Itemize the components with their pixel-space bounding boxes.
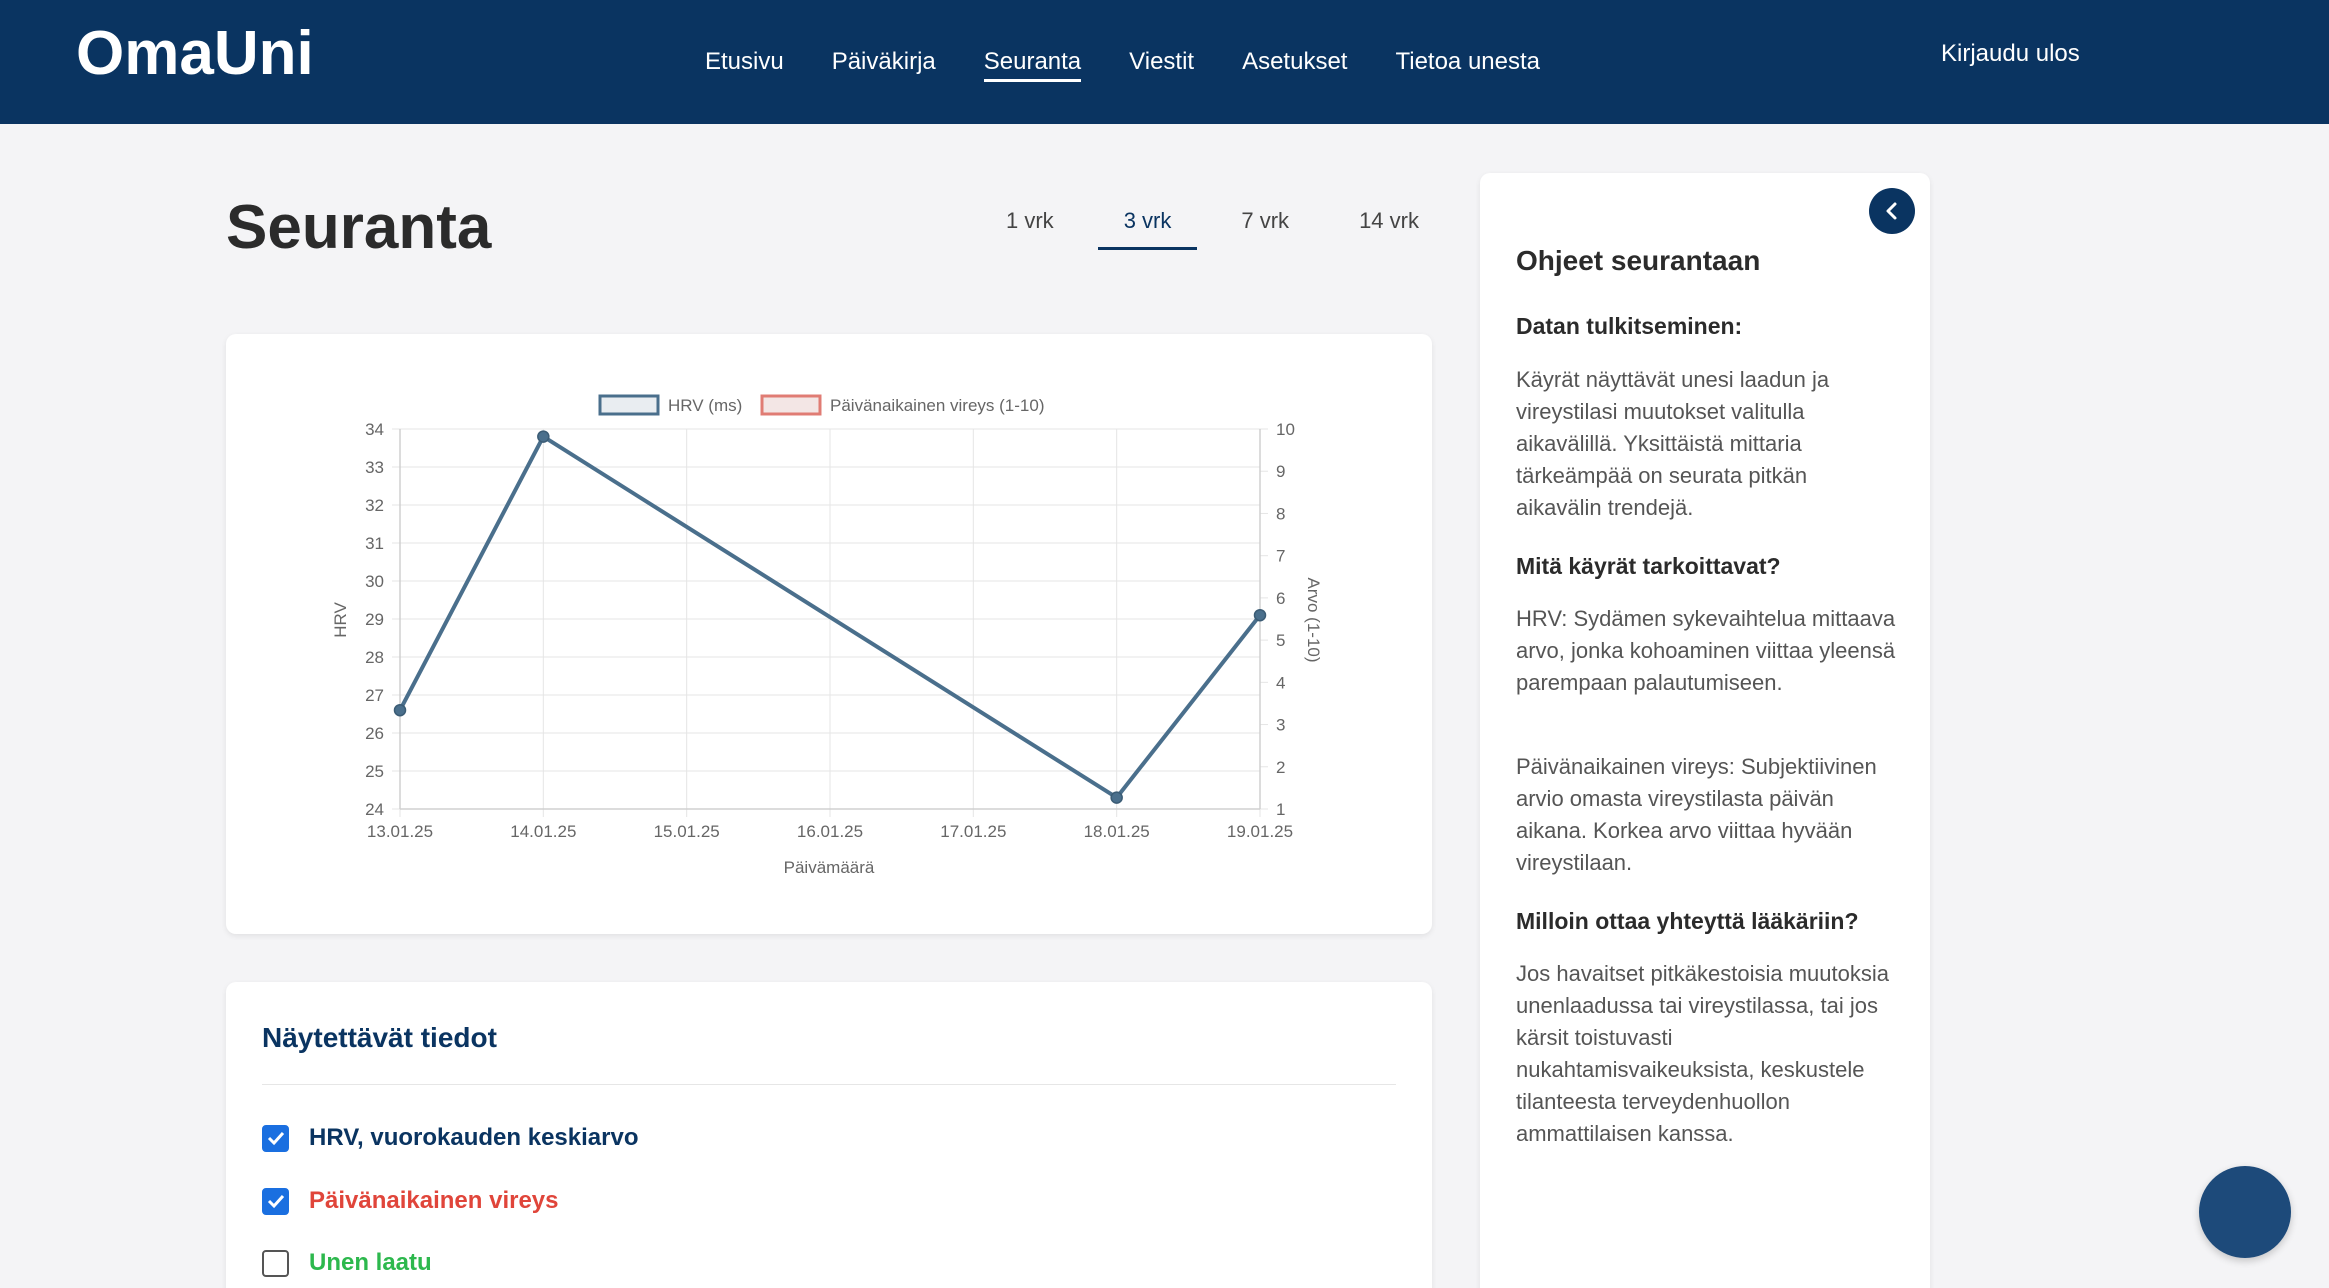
nav-item-tietoa-unesta[interactable]: Tietoa unesta bbox=[1395, 40, 1540, 84]
nav-item-paivakirja[interactable]: Päiväkirja bbox=[832, 40, 936, 84]
checkbox-vireys[interactable] bbox=[262, 1187, 289, 1215]
main-nav: Etusivu Päiväkirja Seuranta Viestit Aset… bbox=[705, 0, 1588, 124]
options-divider bbox=[262, 1084, 1396, 1085]
nav-item-seuranta[interactable]: Seuranta bbox=[983, 40, 1082, 84]
y-tick-label: 24 bbox=[365, 800, 384, 819]
option-vireys[interactable]: Päivänaikainen vireys bbox=[262, 1187, 559, 1215]
y-tick-label: 27 bbox=[365, 686, 384, 705]
tab-3-vrk[interactable]: 3 vrk bbox=[1097, 196, 1198, 250]
y2-tick-label: 5 bbox=[1276, 631, 1285, 650]
option-label-vireys: Päivänaikainen vireys bbox=[309, 1187, 559, 1214]
y2-tick-label: 7 bbox=[1276, 547, 1285, 566]
sidebar-section-text: Jos havaitset pitkäkestoisia muutoksia u… bbox=[1516, 961, 1889, 1146]
sidebar-section-text: Käyrät näyttävät unesi laadun ja vireyst… bbox=[1516, 367, 1830, 520]
x-tick-label: 14.01.25 bbox=[510, 822, 576, 841]
tab-1-vrk[interactable]: 1 vrk bbox=[980, 196, 1080, 250]
page-title: Seuranta bbox=[226, 193, 492, 262]
chevron-left-icon bbox=[1886, 202, 1897, 220]
legend-label-hrv[interactable]: HRV (ms) bbox=[668, 396, 742, 415]
sidebar-section-text: HRV: Sydämen sykevaihtelua mittaava arvo… bbox=[1516, 606, 1896, 695]
nav-item-asetukset[interactable]: Asetukset bbox=[1242, 40, 1347, 84]
y2-tick-label: 10 bbox=[1276, 420, 1295, 439]
tab-7-vrk[interactable]: 7 vrk bbox=[1215, 196, 1315, 250]
option-label-unen-laatu: Unen laatu bbox=[309, 1249, 432, 1276]
app-logo[interactable]: OmaUni bbox=[76, 18, 314, 89]
sidebar-section-text: Päivänaikainen vireys: Subjektiivinen ar… bbox=[1516, 754, 1877, 875]
x-tick-label: 19.01.25 bbox=[1227, 822, 1293, 841]
option-hrv[interactable]: HRV, vuorokauden keskiarvo bbox=[262, 1124, 638, 1152]
display-options-card: Näytettävät tiedot HRV, vuorokauden kesk… bbox=[226, 982, 1432, 1288]
legend-swatch-vireys[interactable] bbox=[760, 394, 822, 416]
sidebar-title: Ohjeet seurantaan bbox=[1516, 245, 1761, 276]
checkbox-unen-laatu[interactable] bbox=[262, 1249, 289, 1277]
data-point-hrv[interactable] bbox=[1253, 608, 1267, 622]
check-icon bbox=[267, 1194, 284, 1209]
y2-tick-label: 9 bbox=[1276, 462, 1285, 481]
logout-link[interactable]: Kirjaudu ulos bbox=[1941, 40, 2080, 68]
help-sidebar: Ohjeet seurantaan Datan tulkitseminen: K… bbox=[1480, 173, 1930, 1288]
check-icon bbox=[267, 1131, 284, 1146]
sidebar-section-title: Datan tulkitseminen: bbox=[1516, 313, 1743, 339]
y-tick-label: 25 bbox=[365, 762, 384, 781]
y2-tick-label: 1 bbox=[1276, 800, 1285, 819]
range-tabs: 1 vrk 3 vrk 7 vrk 14 vrk bbox=[980, 196, 1463, 250]
y-tick-label: 32 bbox=[365, 496, 384, 515]
options-title: Näytettävät tiedot bbox=[262, 1022, 497, 1053]
chat-fab-button[interactable] bbox=[2199, 1166, 2291, 1258]
y2-tick-label: 6 bbox=[1276, 589, 1285, 608]
collapse-sidebar-button[interactable] bbox=[1869, 188, 1915, 234]
nav-item-viestit[interactable]: Viestit bbox=[1129, 40, 1194, 84]
x-tick-label: 13.01.25 bbox=[367, 822, 433, 841]
top-navbar: OmaUni Etusivu Päiväkirja Seuranta Viest… bbox=[0, 0, 2329, 124]
y-tick-label: 33 bbox=[365, 458, 384, 477]
y2-tick-label: 3 bbox=[1276, 716, 1285, 735]
y-tick-label: 28 bbox=[365, 648, 384, 667]
y2-tick-label: 8 bbox=[1276, 504, 1285, 523]
y2-tick-label: 2 bbox=[1276, 758, 1285, 777]
data-point-hrv[interactable] bbox=[537, 430, 550, 443]
y-tick-label: 31 bbox=[365, 534, 384, 553]
option-label-hrv: HRV, vuorokauden keskiarvo bbox=[309, 1124, 639, 1151]
legend-swatch-hrv[interactable] bbox=[598, 394, 660, 416]
y-tick-label: 30 bbox=[365, 572, 384, 591]
data-point-hrv[interactable] bbox=[1110, 791, 1123, 804]
checkbox-hrv[interactable] bbox=[262, 1124, 289, 1152]
sidebar-section-title: Mitä käyrät tarkoittavat? bbox=[1516, 553, 1781, 579]
x-tick-label: 17.01.25 bbox=[940, 822, 1006, 841]
y-axis-title: HRV bbox=[331, 602, 350, 638]
x-axis-title: Päivämäärä bbox=[784, 858, 875, 877]
nav-item-etusivu[interactable]: Etusivu bbox=[705, 40, 784, 84]
x-tick-label: 18.01.25 bbox=[1084, 822, 1150, 841]
sidebar-section-title: Milloin ottaa yhteyttä lääkäriin? bbox=[1516, 908, 1859, 934]
y-tick-label: 26 bbox=[365, 724, 384, 743]
data-point-hrv[interactable] bbox=[393, 703, 407, 717]
chart-card: 24 25 26 27 28 29 30 31 32 33 34 1 2 3 4 5 6 7 8 9 10 13.01.2… bbox=[226, 334, 1432, 934]
y2-axis-title: Arvo (1-10) bbox=[1304, 577, 1323, 662]
y2-tick-label: 4 bbox=[1276, 673, 1285, 692]
option-unen-laatu[interactable]: Unen laatu bbox=[262, 1249, 432, 1277]
y-tick-label: 34 bbox=[365, 420, 384, 439]
x-tick-label: 15.01.25 bbox=[654, 822, 720, 841]
legend-label-vireys[interactable]: Päivänaikainen vireys (1-10) bbox=[830, 396, 1045, 415]
tab-14-vrk[interactable]: 14 vrk bbox=[1333, 196, 1445, 250]
x-tick-label: 16.01.25 bbox=[797, 822, 863, 841]
y-tick-label: 29 bbox=[365, 610, 384, 629]
hrv-chart: 24252627282930313233341234567891013.01.2… bbox=[331, 394, 1323, 877]
